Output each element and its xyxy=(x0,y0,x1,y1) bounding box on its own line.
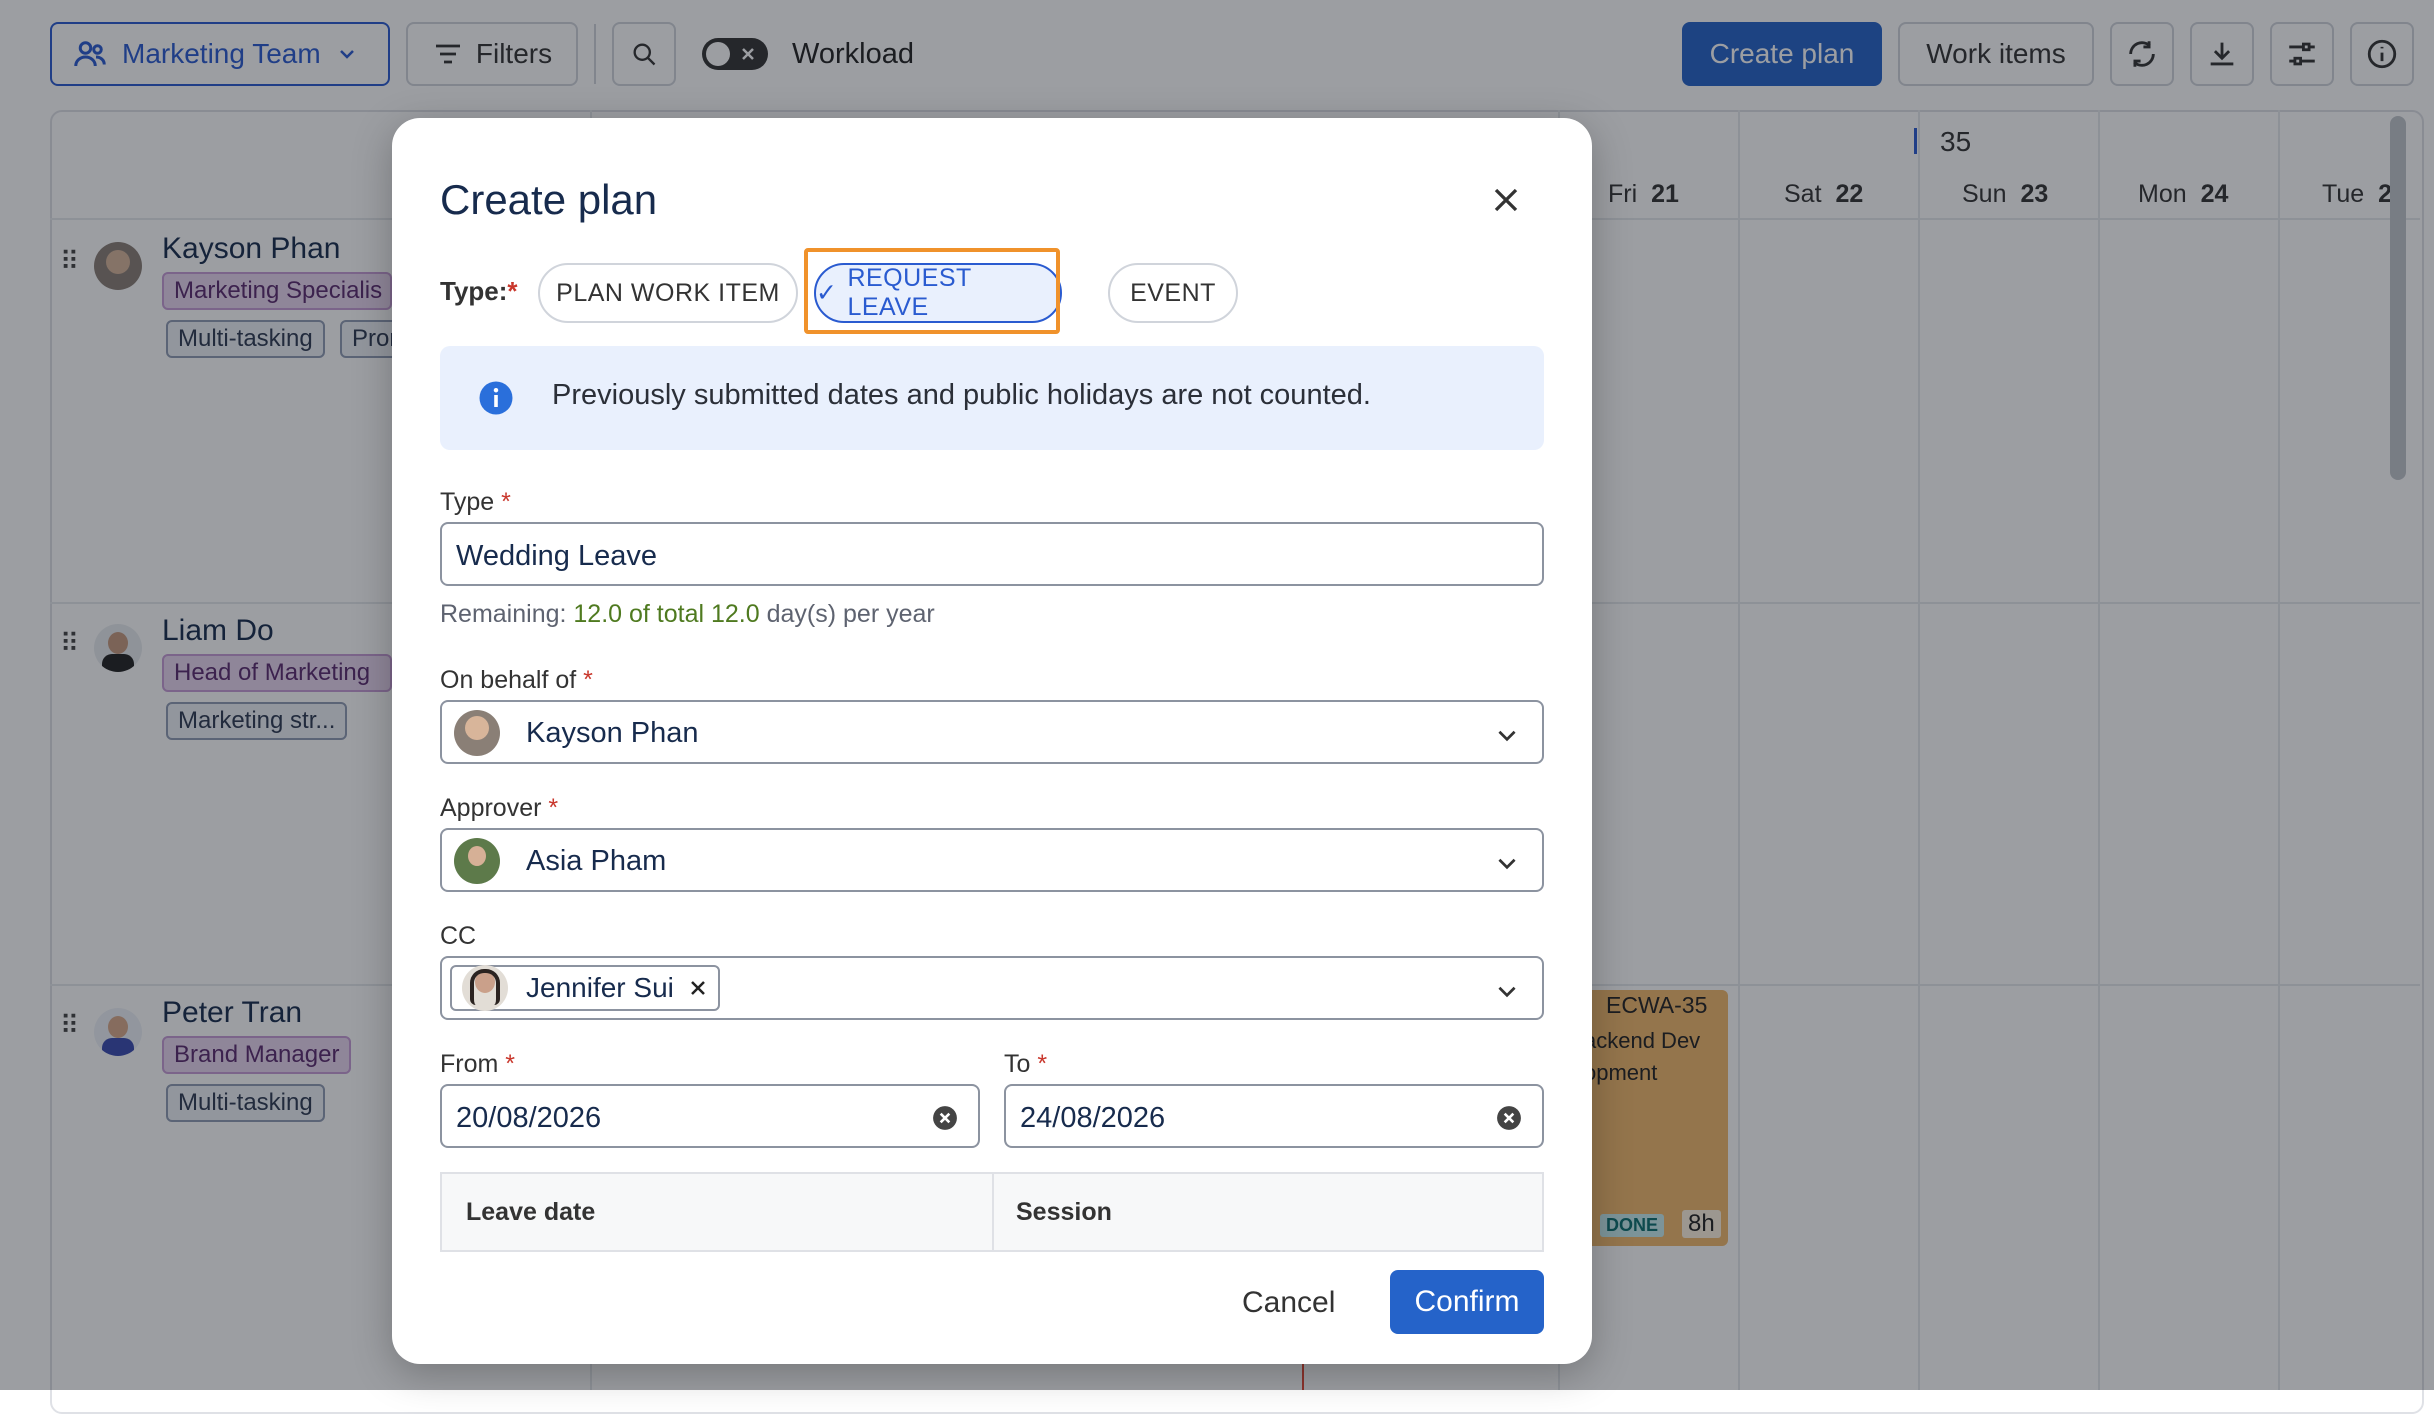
confirm-button[interactable]: Confirm xyxy=(1390,1270,1544,1334)
dialog-title: Create plan xyxy=(440,176,658,223)
type-selector-label: Type:* xyxy=(440,276,518,306)
leave-type-value: Wedding Leave xyxy=(456,540,658,572)
clear-icon[interactable] xyxy=(1496,1105,1522,1131)
cc-label: CC xyxy=(440,922,477,950)
cancel-button[interactable]: Cancel xyxy=(1242,1286,1335,1320)
to-date-value: 24/08/2026 xyxy=(1020,1102,1166,1134)
leave-type-label: Type * xyxy=(440,488,511,516)
approver-select[interactable]: Asia Pham xyxy=(440,828,1544,892)
type-option-event[interactable]: EVENT xyxy=(1108,263,1238,323)
info-icon xyxy=(479,381,513,415)
clear-icon[interactable] xyxy=(932,1105,958,1131)
chevron-down-icon xyxy=(1498,730,1516,742)
avatar xyxy=(454,710,500,756)
leave-type-field[interactable]: Wedding Leave xyxy=(440,522,1544,586)
avatar xyxy=(462,965,508,1011)
from-date-value: 20/08/2026 xyxy=(456,1102,602,1134)
approver-label: Approver * xyxy=(440,794,559,822)
remove-chip-icon[interactable] xyxy=(688,978,708,998)
create-plan-dialog: Create plan Type:* PLAN WORK ITEM ✓ REQU… xyxy=(392,118,1592,1364)
type-option-plan-work-item[interactable]: PLAN WORK ITEM xyxy=(538,263,798,323)
cc-chip: Jennifer Sui xyxy=(450,965,720,1011)
leave-date-table-header: Leave date Session xyxy=(440,1172,1544,1252)
chevron-down-icon xyxy=(1498,986,1516,998)
info-text: Previously submitted dates and public ho… xyxy=(552,379,1371,411)
info-banner: Previously submitted dates and public ho… xyxy=(440,346,1544,450)
cc-select[interactable]: Jennifer Sui xyxy=(440,956,1544,1020)
approver-value: Asia Pham xyxy=(526,845,667,877)
column-header-session: Session xyxy=(1016,1198,1112,1226)
chevron-down-icon xyxy=(1498,858,1516,870)
avatar xyxy=(454,838,500,884)
selection-highlight xyxy=(804,248,1060,334)
remaining-balance: Remaining: 12.0 of total 12.0 day(s) per… xyxy=(440,600,935,628)
to-date-field[interactable]: 24/08/2026 xyxy=(1004,1084,1544,1148)
close-icon[interactable] xyxy=(1486,180,1526,220)
from-date-field[interactable]: 20/08/2026 xyxy=(440,1084,980,1148)
cc-chip-label: Jennifer Sui xyxy=(526,972,674,1003)
column-divider xyxy=(992,1174,994,1252)
on-behalf-label: On behalf of * xyxy=(440,666,593,694)
on-behalf-select[interactable]: Kayson Phan xyxy=(440,700,1544,764)
to-label: To * xyxy=(1004,1050,1048,1078)
column-header-leave-date: Leave date xyxy=(466,1198,596,1226)
on-behalf-value: Kayson Phan xyxy=(526,717,699,749)
from-label: From * xyxy=(440,1050,516,1078)
